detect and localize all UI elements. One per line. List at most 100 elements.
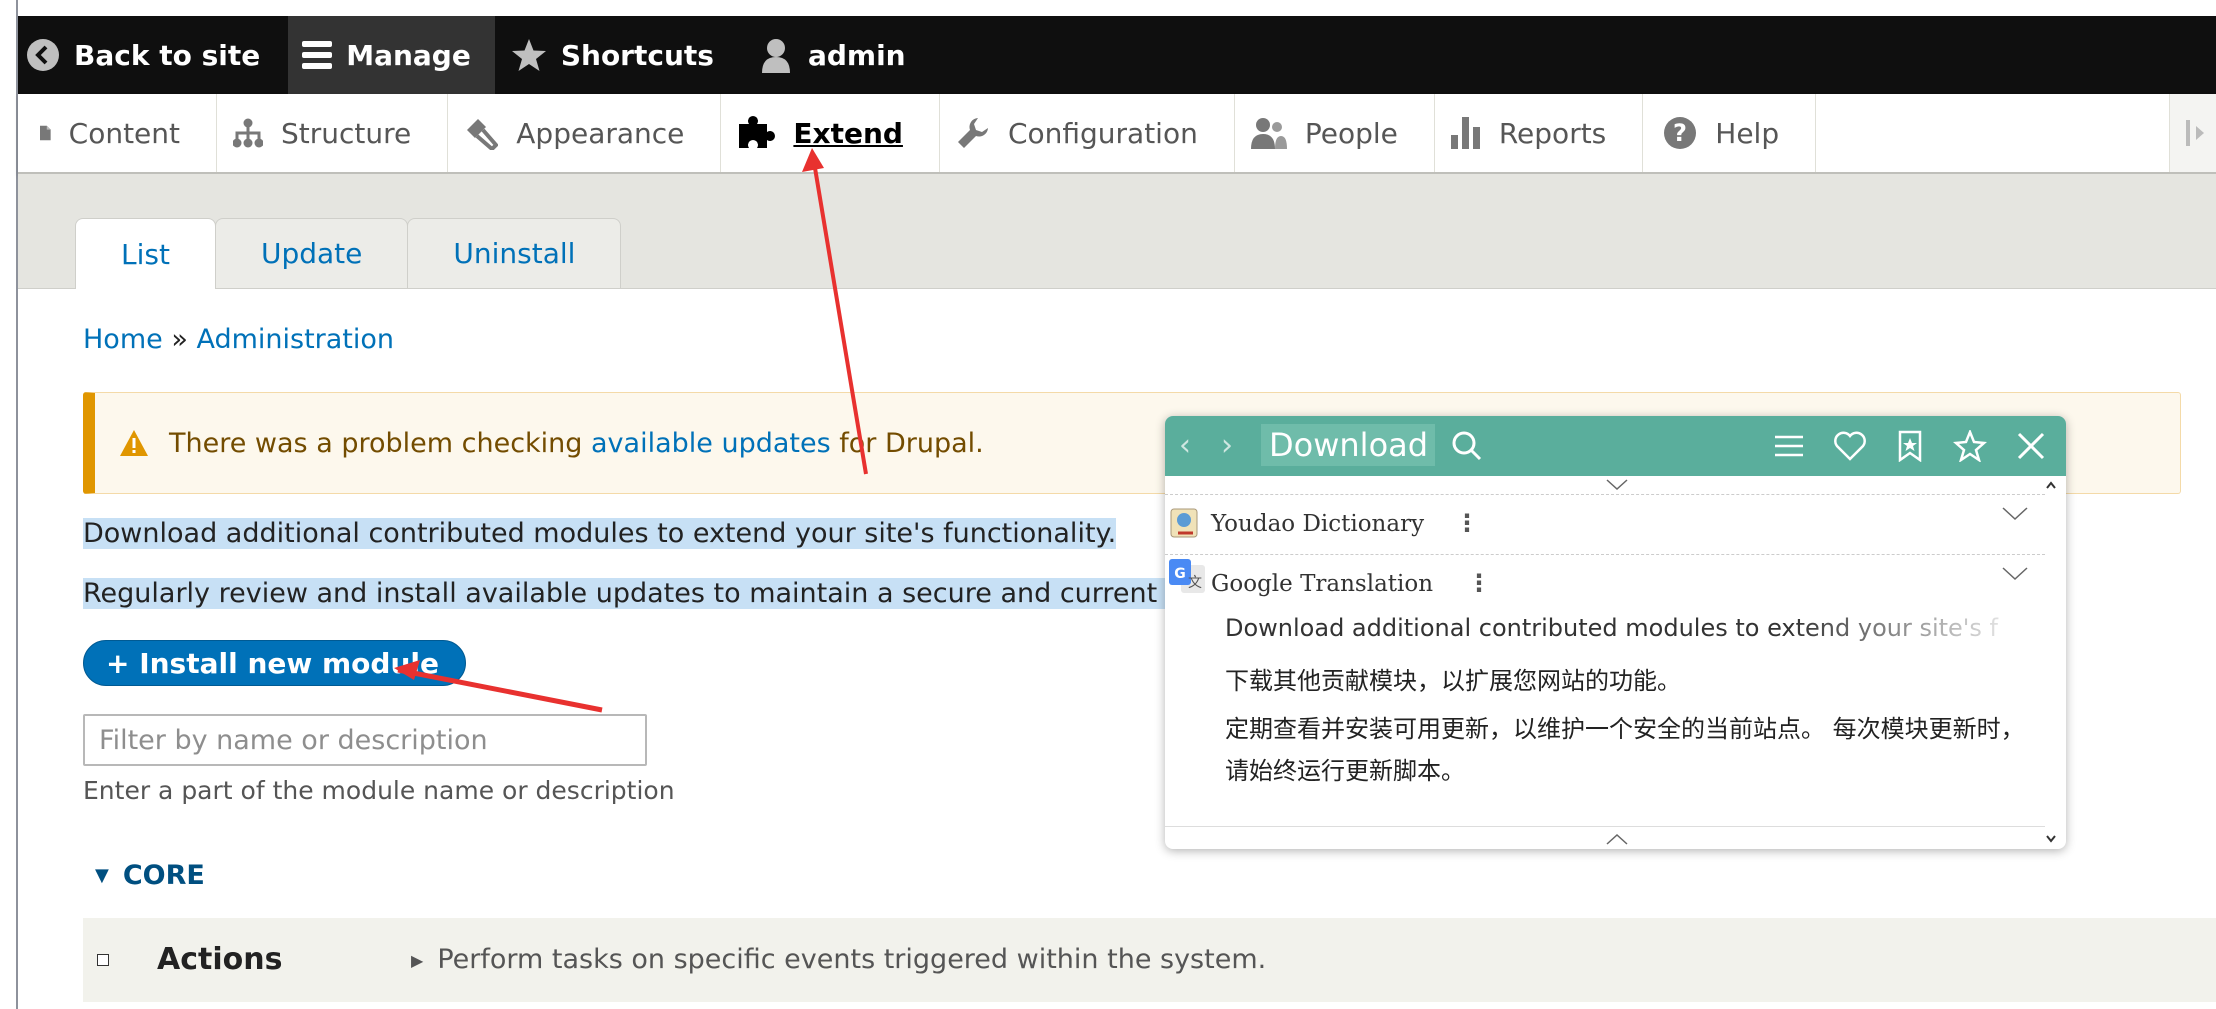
caret-down-icon: ▼	[95, 865, 109, 886]
tab-update[interactable]: Update	[214, 218, 409, 288]
people-icon	[1250, 118, 1287, 149]
user-icon	[761, 39, 790, 73]
tray-item-content[interactable]: Content	[18, 94, 217, 172]
scroll-up-arrow[interactable]	[2046, 476, 2056, 495]
wrench-icon	[957, 118, 988, 148]
module-filter-input[interactable]	[83, 714, 647, 766]
svg-text:G: G	[1174, 566, 1186, 582]
tray-item-label: Configuration	[1007, 116, 1198, 150]
chevron-down-icon[interactable]	[1605, 478, 1629, 492]
dictionary-name: Google Translation	[1211, 571, 1434, 597]
structure-icon	[233, 118, 263, 148]
top-strip	[0, 0, 2216, 16]
translation-line-1: 下载其他贡献模块，以扩展您网站的功能。	[1225, 667, 1681, 695]
forward-nav-icon[interactable]: ›	[1221, 428, 1233, 463]
bar-chart-icon	[1450, 117, 1480, 149]
warning-icon	[120, 430, 148, 456]
manage-label: Manage	[346, 38, 471, 72]
tray-item-label: Extend	[793, 116, 903, 150]
heart-icon[interactable]	[1833, 430, 1867, 462]
source-text: Download additional contributed modules …	[1225, 614, 1998, 642]
warning-text-post: for Drupal.	[830, 427, 984, 459]
breadcrumb-home[interactable]: Home	[83, 324, 163, 355]
tray-item-label: Help	[1715, 116, 1780, 150]
more-options-icon[interactable]: ⋮	[1455, 509, 1479, 537]
intro-paragraph-2: Regularly review and install available u…	[83, 578, 1215, 609]
tray-item-people[interactable]: People	[1235, 94, 1435, 172]
tab-uninstall[interactable]: Uninstall	[407, 218, 622, 288]
help-icon: ?	[1664, 117, 1697, 149]
back-arrow-icon	[27, 39, 59, 71]
user-menu[interactable]: admin	[742, 16, 934, 94]
core-label: CORE	[122, 860, 205, 891]
scroll-down-arrow[interactable]	[2046, 828, 2056, 847]
back-to-site-link[interactable]: Back to site	[18, 16, 288, 94]
tray-item-label: People	[1304, 116, 1398, 150]
tray-item-extend[interactable]: Extend	[721, 94, 940, 172]
admin-tray: Content Structure Appearance Extend Conf…	[18, 94, 2216, 174]
chevron-down-icon[interactable]	[2001, 505, 2029, 523]
primary-tabs: List Update Uninstall	[75, 218, 622, 289]
tray-item-label: Content	[68, 116, 180, 150]
available-updates-link[interactable]: available updates	[591, 428, 831, 459]
intro-text-2: Regularly review and install available u…	[83, 578, 1215, 609]
close-icon[interactable]	[2015, 430, 2047, 462]
tray-item-reports[interactable]: Reports	[1435, 94, 1644, 172]
warning-text-pre: There was a problem checking	[169, 427, 592, 459]
tab-list[interactable]: List	[75, 218, 216, 289]
intro-paragraph-1: Download additional contributed modules …	[83, 518, 1117, 549]
svg-text:?: ?	[1673, 119, 1687, 147]
svg-text:文: 文	[1188, 575, 1202, 591]
pin-icon[interactable]	[1953, 430, 1987, 462]
dictionary-youdao[interactable]: Youdao Dictionary ⋮	[1165, 494, 2045, 553]
popup-search-input[interactable]: Download a	[1261, 424, 1435, 466]
breadcrumb: Home » Administration	[83, 324, 394, 355]
username-label: admin	[807, 38, 906, 72]
search-icon[interactable]	[1451, 430, 1483, 462]
dictionary-name: Youdao Dictionary	[1211, 511, 1425, 537]
shortcuts-label: Shortcuts	[560, 38, 714, 72]
admin-toolbar: Back to site Manage Shortcuts admin	[18, 16, 2216, 94]
window-left-edge	[0, 0, 18, 1009]
youdao-icon	[1170, 508, 1198, 538]
more-options-icon[interactable]: ⋮	[1467, 569, 1491, 597]
core-package-toggle[interactable]: ▼ CORE	[95, 860, 205, 891]
hamburger-icon	[302, 41, 333, 69]
menu-icon[interactable]	[1773, 430, 1805, 462]
back-to-site-label: Back to site	[74, 38, 261, 72]
google-translate-icon: G文	[1169, 559, 1205, 593]
module-name: Actions	[157, 942, 283, 977]
shortcuts-menu[interactable]: Shortcuts	[495, 16, 742, 94]
module-checkbox[interactable]	[97, 954, 109, 966]
popup-header: ‹ › Download a	[1165, 416, 2066, 476]
caret-right-icon: ▶	[411, 951, 424, 970]
tray-item-help[interactable]: ? Help	[1643, 94, 1817, 172]
tray-item-structure[interactable]: Structure	[217, 94, 449, 172]
bookmark-icon[interactable]	[1895, 430, 1925, 462]
tray-orientation-toggle[interactable]	[2169, 94, 2216, 172]
module-description-toggle[interactable]: ▶ Perform tasks on specific events trigge…	[411, 944, 1266, 975]
chevron-up-icon[interactable]	[1605, 832, 1629, 846]
filter-description: Enter a part of the module name or descr…	[83, 776, 675, 805]
dictionary-google[interactable]: G文 Google Translation ⋮	[1165, 554, 2045, 613]
tray-item-label: Appearance	[516, 116, 685, 150]
chevron-down-icon[interactable]	[2001, 565, 2029, 583]
popup-body: Youdao Dictionary ⋮ G文 Google Translatio…	[1165, 476, 2066, 849]
manage-menu[interactable]: Manage	[288, 16, 495, 94]
module-row: Actions ▶ Perform tasks on specific event…	[83, 918, 2216, 1002]
star-icon	[511, 39, 546, 71]
document-icon	[40, 125, 51, 141]
popup-footer-divider	[1165, 826, 2045, 827]
tray-item-configuration[interactable]: Configuration	[940, 94, 1235, 172]
install-new-module-button[interactable]: + Install new module	[83, 640, 466, 686]
page-header: List Update Uninstall	[18, 174, 2216, 289]
tray-item-appearance[interactable]: Appearance	[448, 94, 722, 172]
breadcrumb-administration[interactable]: Administration	[196, 324, 394, 355]
intro-text-1: Download additional contributed modules …	[83, 518, 1117, 549]
back-nav-icon[interactable]: ‹	[1179, 428, 1191, 463]
module-description: Perform tasks on specific events trigger…	[437, 944, 1267, 975]
breadcrumb-separator: »	[171, 324, 188, 355]
tray-item-label: Structure	[281, 116, 412, 150]
translation-popup: ‹ › Download a Youdao Dictionary ⋮ G文 Go…	[1165, 416, 2066, 849]
paintbrush-icon	[467, 119, 499, 150]
